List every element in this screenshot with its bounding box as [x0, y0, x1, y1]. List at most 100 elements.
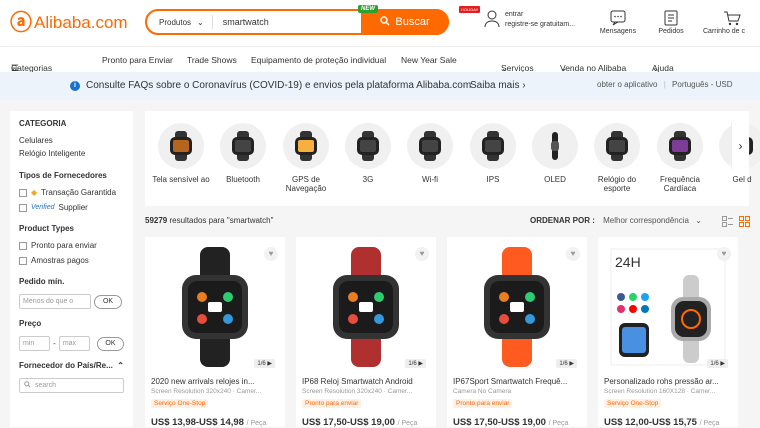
price-unit: / Peça — [548, 420, 569, 427]
heart-icon[interactable]: ♥ — [566, 247, 580, 261]
checkbox[interactable] — [19, 188, 27, 197]
chevron-down-icon: ⌄ — [695, 216, 702, 225]
product-image[interactable] — [457, 245, 577, 369]
country-search-input[interactable]: search — [19, 378, 124, 393]
category-label: 3G — [362, 175, 374, 184]
category-link-smartwatch[interactable]: Relógio Inteligente — [19, 149, 124, 159]
sort-control[interactable]: ORDENAR POR : Melhor correspondência ⌄ — [530, 216, 702, 225]
orders-button[interactable]: Pedidos — [646, 10, 696, 35]
price-range: US$ 12,00-US$ 15,75 — [604, 417, 697, 428]
sort-label: ORDENAR POR : — [530, 216, 595, 225]
chevron-up-icon: ⌃ — [117, 361, 124, 370]
alibaba-logo[interactable]: ⓐ Alibaba.com — [10, 12, 128, 34]
image-page-indicator[interactable]: 1/6 ▶ — [254, 359, 275, 368]
filter-paid-samples[interactable]: Amostras pagos — [19, 256, 124, 265]
country-heading[interactable]: Fornecedor do País/Re... ⌃ — [19, 361, 124, 370]
nav-item-ppe[interactable]: Equipamento de proteção individual — [251, 55, 386, 65]
top-nav: ☰ Categorias ⌄ Pronto para Enviar Trade … — [0, 46, 760, 73]
alibaba-mark-icon: ⓐ — [10, 10, 33, 35]
price-max-input[interactable]: max — [58, 336, 90, 351]
product-card[interactable]: ♥ 1/6 ▶ IP68 Reloj Smartwatch Android Scree… — [296, 237, 436, 428]
category-label: GPS de Navegação — [285, 175, 327, 193]
search-icon — [380, 15, 390, 29]
product-card[interactable]: 24H ♥ 1/6 ▶ Personalizado rohs pressão ar..… — [598, 237, 738, 428]
min-order-input[interactable]: Menos do que o — [19, 294, 91, 309]
category-heart-rate[interactable]: Frequência Cardíaca — [650, 123, 710, 193]
product-image[interactable] — [306, 245, 426, 369]
grid-view-icon[interactable] — [739, 216, 750, 227]
category-touchscreen[interactable]: Tela sensível ao — [151, 123, 211, 184]
product-card[interactable]: ♥ 1/6 ▶ IP67Sport Smartwatch Frequê... Came… — [447, 237, 587, 428]
category-ips[interactable]: IPS — [463, 123, 523, 184]
get-app-link[interactable]: obter o aplicativo — [597, 80, 657, 89]
min-order-ok-button[interactable]: OK — [94, 294, 122, 309]
heart-icon[interactable]: ♥ — [415, 247, 429, 261]
category-wifi[interactable]: Wi-fi — [400, 123, 460, 184]
watch-icon — [407, 123, 453, 169]
category-label: Tela sensível ao — [152, 175, 210, 184]
list-view-icon[interactable] — [722, 216, 733, 227]
cart-button[interactable]: Carrinho de c — [703, 10, 760, 35]
image-page-indicator[interactable]: 1/6 ▶ — [405, 359, 426, 368]
watch-icon — [594, 123, 640, 169]
nav-item-trade-shows[interactable]: Trade Shows — [187, 55, 237, 65]
messages-icon — [610, 10, 626, 26]
category-bluetooth[interactable]: Bluetooth — [213, 123, 273, 184]
view-toggle — [722, 216, 750, 227]
info-icon: i — [70, 81, 80, 91]
price-unit: / Peça — [699, 420, 720, 427]
filter-verified-supplier[interactable]: Verified Supplier — [19, 203, 124, 212]
filter-ready-to-ship[interactable]: Pronto para enviar — [19, 241, 124, 250]
notice-message[interactable]: Consulte FAQs sobre o Coronavírus (COVID… — [86, 80, 471, 91]
search-category-select[interactable]: Produtos ⌄ — [147, 15, 213, 29]
chevron-right-icon[interactable]: › — [731, 123, 749, 169]
language-currency-select[interactable]: Português - USD — [672, 80, 732, 89]
category-label: IPS — [486, 175, 500, 184]
product-image[interactable]: 24H — [608, 245, 728, 369]
checkbox[interactable] — [19, 256, 27, 265]
product-title[interactable]: 2020 new arrivals relojes in... — [151, 377, 279, 386]
product-title[interactable]: Personalizado rohs pressão ar... — [604, 377, 732, 386]
filter-trade-assurance[interactable]: ◆ Transação Garantida — [19, 188, 124, 197]
filter-label: Amostras pagos — [31, 256, 89, 265]
learn-more-link[interactable]: Saiba mais › — [470, 80, 526, 91]
image-page-indicator[interactable]: 1/6 ▶ — [556, 359, 577, 368]
heart-icon[interactable]: ♥ — [264, 247, 278, 261]
price-range: US$ 13,98-US$ 14,98 — [151, 417, 244, 428]
min-order-heading: Pedido mín. — [19, 277, 65, 286]
filter-label: Transação Garantida — [41, 188, 117, 197]
search-icon — [24, 381, 31, 390]
signin-link[interactable]: entrar — [505, 10, 575, 20]
nav-item-ready-to-ship[interactable]: Pronto para Enviar — [102, 55, 173, 65]
category-label: Bluetooth — [226, 175, 260, 184]
nav-item-new-year-sale[interactable]: New Year Sale — [401, 55, 457, 65]
heart-icon[interactable]: ♥ — [717, 247, 731, 261]
messages-button[interactable]: Mensagens — [593, 10, 643, 35]
search-bar: Produtos ⌄ smartwatch Buscar — [145, 9, 449, 35]
price-range: US$ 17,50-US$ 19,00 — [302, 417, 395, 428]
checkbox[interactable] — [19, 241, 27, 250]
price-range: US$ 17,50-US$ 19,00 — [453, 417, 546, 428]
cart-label: Carrinho de c — [703, 28, 746, 35]
category-label: Wi-fi — [422, 175, 438, 184]
search-button-label: Buscar — [395, 16, 430, 28]
checkbox[interactable] — [19, 203, 27, 212]
product-title[interactable]: IP67Sport Smartwatch Frequê... — [453, 377, 581, 386]
product-specs: Camera No Camera — [453, 388, 512, 395]
category-gps[interactable]: GPS de Navegação — [276, 123, 336, 193]
category-link-phones[interactable]: Celulares — [19, 136, 124, 146]
product-card[interactable]: ♥ 1/6 ▶ 2020 new arrivals relojes in... Scr… — [145, 237, 285, 428]
category-3g[interactable]: 3G — [338, 123, 398, 184]
image-page-indicator[interactable]: 1/6 ▶ — [707, 359, 728, 368]
product-tag: Pronto para enviar — [453, 399, 513, 408]
category-oled[interactable]: OLED — [525, 123, 585, 184]
header: ⓐ Alibaba.com Produtos ⌄ smartwatch Busc… — [0, 0, 760, 46]
product-title[interactable]: IP68 Reloj Smartwatch Android — [302, 377, 430, 386]
product-price: US$ 13,98-US$ 14,98 / Peça — [151, 417, 266, 428]
user-signin[interactable]: entrar registre-se gratuitam... — [484, 10, 575, 30]
price-ok-button[interactable]: OK — [96, 336, 125, 351]
price-min-input[interactable]: min — [19, 336, 51, 351]
register-link[interactable]: registre-se gratuitam... — [505, 20, 575, 30]
category-sport-watch[interactable]: Relógio do esporte — [587, 123, 647, 193]
product-image[interactable] — [155, 245, 275, 369]
